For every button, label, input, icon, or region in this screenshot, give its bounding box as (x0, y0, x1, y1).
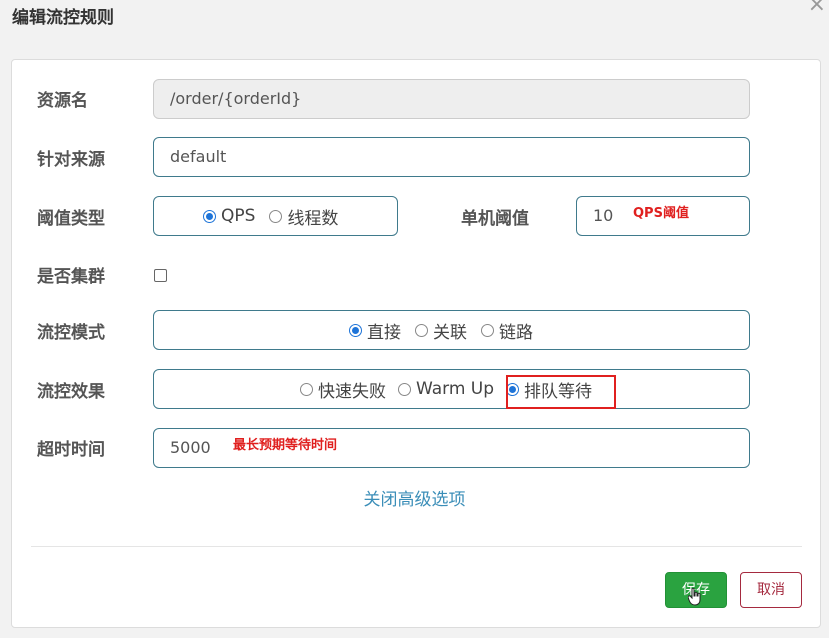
limit-app-input[interactable]: default (153, 137, 750, 177)
radio-qps-label: QPS (221, 206, 256, 226)
radio-chain-label: 链路 (499, 322, 533, 343)
label-cluster: 是否集群 (37, 267, 105, 287)
radio-fast-fail[interactable]: 快速失败 (300, 377, 386, 402)
limit-app-value: default (170, 147, 227, 166)
radio-direct[interactable]: 直接 (349, 318, 401, 343)
threshold-type-group: QPS 线程数 (153, 196, 398, 236)
resource-name-input[interactable]: /order/{orderId} (153, 79, 750, 119)
label-threshold-type: 阈值类型 (37, 209, 105, 229)
radio-dot-icon (300, 382, 313, 396)
radio-thread-count-label: 线程数 (287, 208, 339, 229)
radio-relate-label: 关联 (433, 322, 467, 343)
flow-mode-group: 直接 关联 链路 (153, 310, 750, 350)
radio-dot-icon (481, 323, 494, 337)
radio-dot-icon (415, 323, 428, 337)
radio-dot-icon (349, 323, 362, 337)
label-limit-app: 针对来源 (37, 150, 105, 170)
label-resource-name: 资源名 (37, 91, 88, 111)
timeout-value: 5000 (170, 438, 211, 457)
radio-chain[interactable]: 链路 (481, 318, 533, 343)
radio-relate[interactable]: 关联 (415, 318, 467, 343)
radio-fast-fail-label: 快速失败 (318, 381, 386, 402)
label-flow-effect: 流控效果 (37, 382, 105, 402)
flow-effect-group: 快速失败 Warm Up 排队等待 (153, 369, 750, 409)
radio-direct-label: 直接 (367, 322, 401, 343)
resource-name-value: /order/{orderId} (170, 89, 302, 108)
radio-warm-up[interactable]: Warm Up (398, 379, 494, 399)
single-threshold-hint: QPS阈值 (633, 206, 689, 221)
radio-thread-count[interactable]: 线程数 (269, 204, 338, 229)
cancel-button[interactable]: 取消 (740, 572, 802, 608)
close-icon[interactable]: × (808, 0, 826, 16)
radio-dot-icon (269, 209, 283, 223)
hand-cursor-icon (688, 588, 701, 606)
annotation-highlight-box (506, 375, 616, 409)
radio-warm-up-label: Warm Up (416, 379, 495, 399)
radio-dot-icon (203, 209, 216, 223)
label-single-threshold: 单机阈值 (461, 209, 529, 229)
dialog-title: 编辑流控规则 (12, 8, 114, 28)
advanced-options-toggle[interactable]: 关闭高级选项 (0, 488, 829, 512)
radio-dot-icon (398, 382, 411, 396)
label-flow-mode: 流控模式 (37, 323, 105, 343)
single-threshold-value: 10 (593, 206, 614, 225)
footer-divider (31, 546, 802, 547)
cluster-checkbox[interactable] (154, 269, 167, 282)
radio-qps[interactable]: QPS (203, 206, 255, 226)
timeout-hint: 最长预期等待时间 (233, 438, 338, 453)
label-timeout: 超时时间 (37, 440, 105, 460)
